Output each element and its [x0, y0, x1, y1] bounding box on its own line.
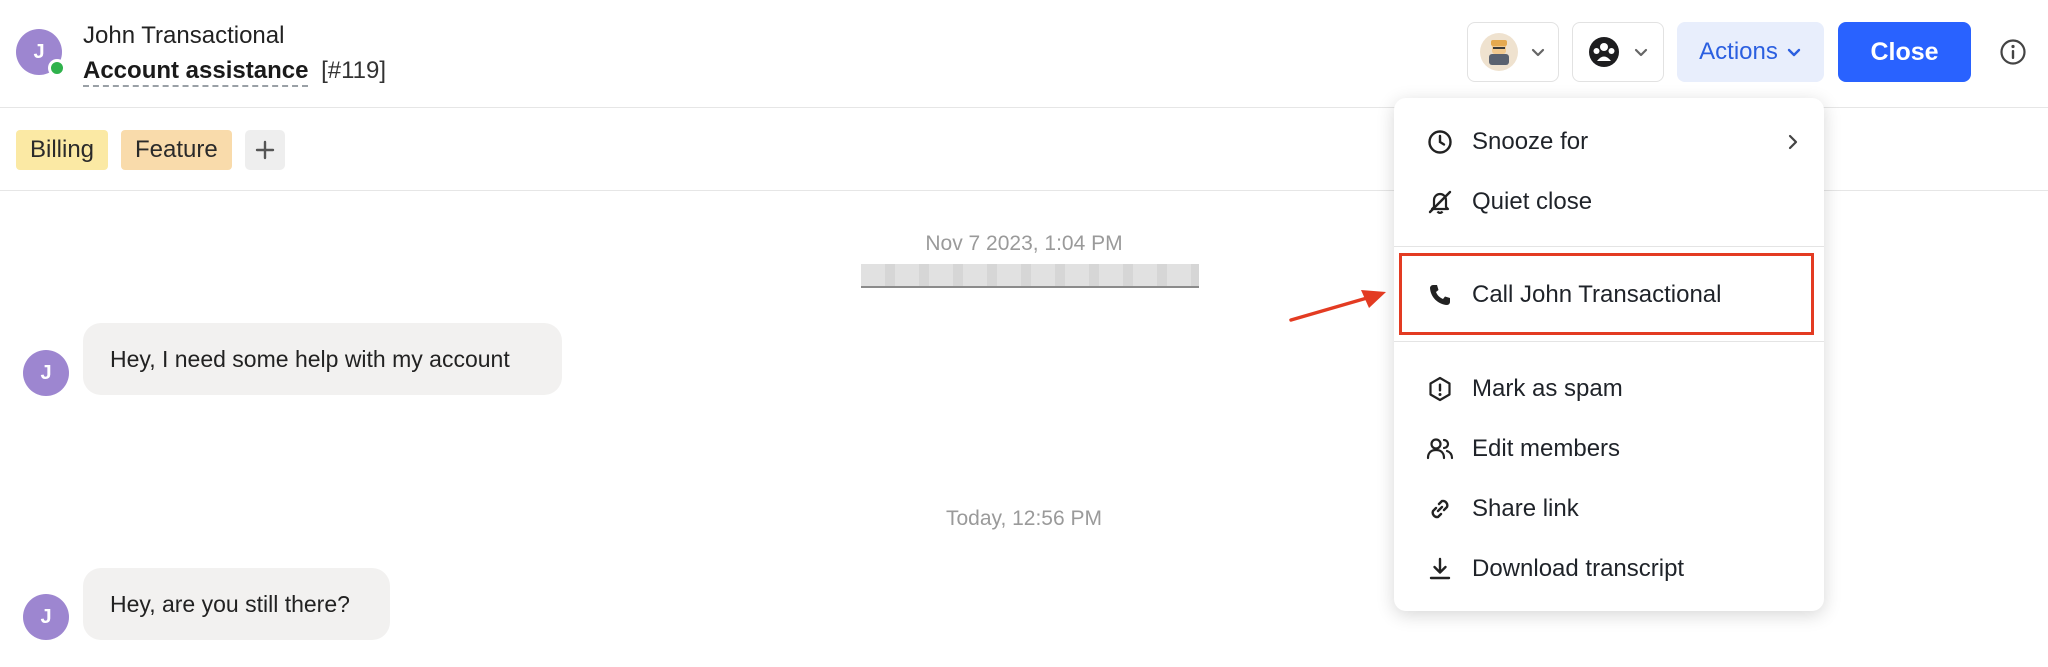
menu-item-edit-members[interactable]: Edit members — [1394, 423, 1824, 475]
menu-divider — [1394, 246, 1824, 247]
menu-divider — [1394, 341, 1824, 342]
menu-item-snooze[interactable]: Snooze for — [1394, 116, 1824, 168]
conversation-title-row: Account assistance [#119] — [83, 57, 387, 87]
avatar-initial: J — [40, 605, 52, 628]
message-text: Hey, I need some help with my account — [110, 345, 510, 372]
tag-billing[interactable]: Billing — [16, 130, 108, 170]
bell-slash-icon — [1426, 188, 1454, 216]
tag-feature[interactable]: Feature — [121, 130, 232, 170]
message-author-avatar[interactable]: J — [23, 594, 69, 640]
menu-item-share-link[interactable]: Share link — [1394, 483, 1824, 535]
chevron-down-icon — [1634, 48, 1648, 57]
message-bubble: Hey, are you still there? — [83, 568, 390, 640]
menu-item-label: Download transcript — [1472, 555, 1685, 582]
avatar-initial: J — [40, 361, 52, 384]
actions-button[interactable]: Actions — [1677, 22, 1824, 82]
chevron-down-icon — [1787, 48, 1801, 57]
link-icon — [1426, 495, 1454, 523]
team-icon — [1589, 37, 1619, 67]
highlight-annotation-box — [1399, 253, 1814, 335]
menu-item-quiet-close[interactable]: Quiet close — [1394, 176, 1824, 228]
spam-shield-icon — [1426, 375, 1454, 403]
online-status-dot — [48, 59, 66, 77]
redacted-link[interactable] — [861, 264, 1199, 288]
conversation-header: J John Transactional Account assistance … — [0, 0, 2048, 108]
close-conversation-button[interactable]: Close — [1838, 22, 1971, 82]
menu-item-mark-spam[interactable]: Mark as spam — [1394, 363, 1824, 415]
message-text: Hey, are you still there? — [110, 590, 350, 617]
actions-menu: Snooze for Quiet close Call John Transac… — [1394, 98, 1824, 611]
agent-avatar-icon — [1480, 33, 1518, 71]
add-tag-button[interactable] — [245, 130, 285, 170]
contact-avatar-initial: J — [33, 40, 45, 63]
members-icon — [1426, 435, 1454, 463]
assignee-dropdown[interactable] — [1467, 22, 1559, 82]
menu-item-label: Snooze for — [1472, 128, 1589, 155]
actions-label: Actions — [1699, 38, 1778, 65]
contact-avatar[interactable]: J — [16, 29, 66, 77]
download-icon — [1426, 555, 1454, 583]
info-icon[interactable] — [1998, 37, 2028, 67]
menu-item-download-transcript[interactable]: Download transcript — [1394, 543, 1824, 595]
conversation-number: [#119] — [321, 57, 387, 84]
team-dropdown[interactable] — [1572, 22, 1664, 82]
clock-icon — [1426, 128, 1454, 156]
message-author-avatar[interactable]: J — [23, 350, 69, 396]
conversation-title[interactable]: Account assistance — [83, 57, 309, 87]
close-label: Close — [1870, 37, 1939, 66]
plus-icon — [255, 140, 275, 160]
annotation-arrow-icon — [1289, 290, 1386, 322]
message-bubble: Hey, I need some help with my account — [83, 323, 562, 395]
chevron-right-icon — [1788, 134, 1798, 150]
menu-item-label: Share link — [1472, 495, 1579, 522]
menu-item-label: Edit members — [1472, 435, 1621, 462]
chevron-down-icon — [1531, 48, 1545, 57]
contact-name[interactable]: John Transactional — [83, 22, 284, 50]
menu-item-label: Mark as spam — [1472, 375, 1623, 402]
menu-item-label: Quiet close — [1472, 188, 1593, 215]
